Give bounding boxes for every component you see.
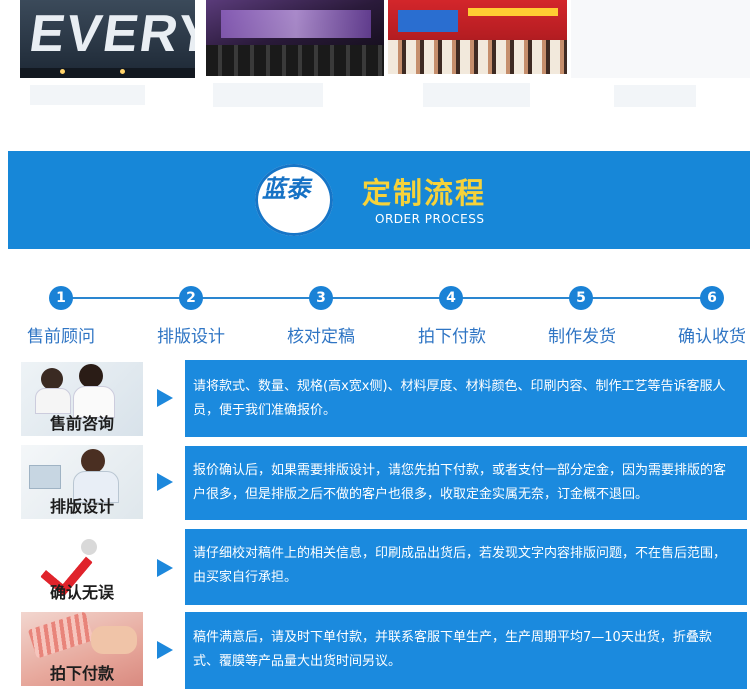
step-number: 4 — [439, 286, 463, 310]
step-label: 售前顾问 — [27, 327, 95, 347]
photo-caption-blank — [423, 83, 530, 107]
step-label: 排版设计 — [157, 327, 225, 347]
step-label: 确认收货 — [678, 327, 746, 347]
thumb-payment: 拍下付款 — [21, 612, 143, 686]
step-description: 请仔细校对稿件上的相关信息，印刷成品出货后，若发现文字内容排版问题，不在售后范围… — [185, 529, 747, 605]
arrow-right-icon — [157, 559, 173, 577]
photo-caption-blank — [614, 85, 696, 107]
photo-store-sign: EVERY — [20, 0, 195, 78]
step-label: 制作发货 — [548, 327, 616, 347]
thumb-label: 售前咨询 — [49, 414, 114, 433]
photo-placeholder — [571, 0, 750, 78]
thumb-label: 拍下付款 — [49, 664, 114, 683]
step-description: 报价确认后，如果需要排版设计，请您先拍下付款，或者支付一部分定金，因为需要排版的… — [185, 446, 747, 520]
brand-logo-text: 蓝泰 — [262, 174, 310, 203]
photo-caption-blank — [30, 85, 145, 105]
thumb-layout-design: 排版设计 — [21, 445, 143, 519]
thumb-confirm: 确认无误 — [21, 531, 143, 605]
step-label: 拍下付款 — [418, 327, 486, 347]
thumb-label: 排版设计 — [49, 497, 114, 516]
thumb-label: 确认无误 — [49, 583, 114, 602]
arrow-right-icon — [157, 473, 173, 491]
arrow-right-icon — [157, 389, 173, 407]
step-description: 请将款式、数量、规格(高x宽x侧)、材料厚度、材料颜色、印刷内容、制作工艺等告诉… — [185, 360, 747, 437]
process-timeline — [60, 297, 712, 299]
photo-cinema-hall — [206, 0, 384, 76]
thumb-presale-consult: 售前咨询 — [21, 362, 143, 436]
step-number: 3 — [309, 286, 333, 310]
banner-subtitle: ORDER PROCESS — [375, 212, 485, 226]
photo-caption-blank — [213, 83, 323, 107]
step-number: 2 — [179, 286, 203, 310]
banner-title: 定制流程 — [362, 176, 487, 210]
step-number: 1 — [49, 286, 73, 310]
step-number: 6 — [700, 286, 724, 310]
store-sign-text: EVERY — [25, 5, 195, 63]
step-description-text: 报价确认后，如果需要排版设计，请您先拍下付款，或者支付一部分定金，因为需要排版的… — [193, 463, 727, 502]
step-description-text: 请将款式、数量、规格(高x宽x侧)、材料厚度、材料颜色、印刷内容、制作工艺等告诉… — [193, 379, 726, 418]
arrow-right-icon — [157, 641, 173, 659]
step-description-text: 请仔细校对稿件上的相关信息，印刷成品出货后，若发现文字内容排版问题，不在售后范围… — [193, 546, 727, 585]
step-description: 稿件满意后，请及时下单付款，并联系客服下单生产，生产周期平均7—10天出货，折叠… — [185, 612, 747, 689]
photo-shop-interior — [388, 0, 567, 74]
step-number: 5 — [569, 286, 593, 310]
step-description-text: 稿件满意后，请及时下单付款，并联系客服下单生产，生产周期平均7—10天出货，折叠… — [193, 630, 712, 669]
step-label: 核对定稿 — [287, 327, 355, 347]
